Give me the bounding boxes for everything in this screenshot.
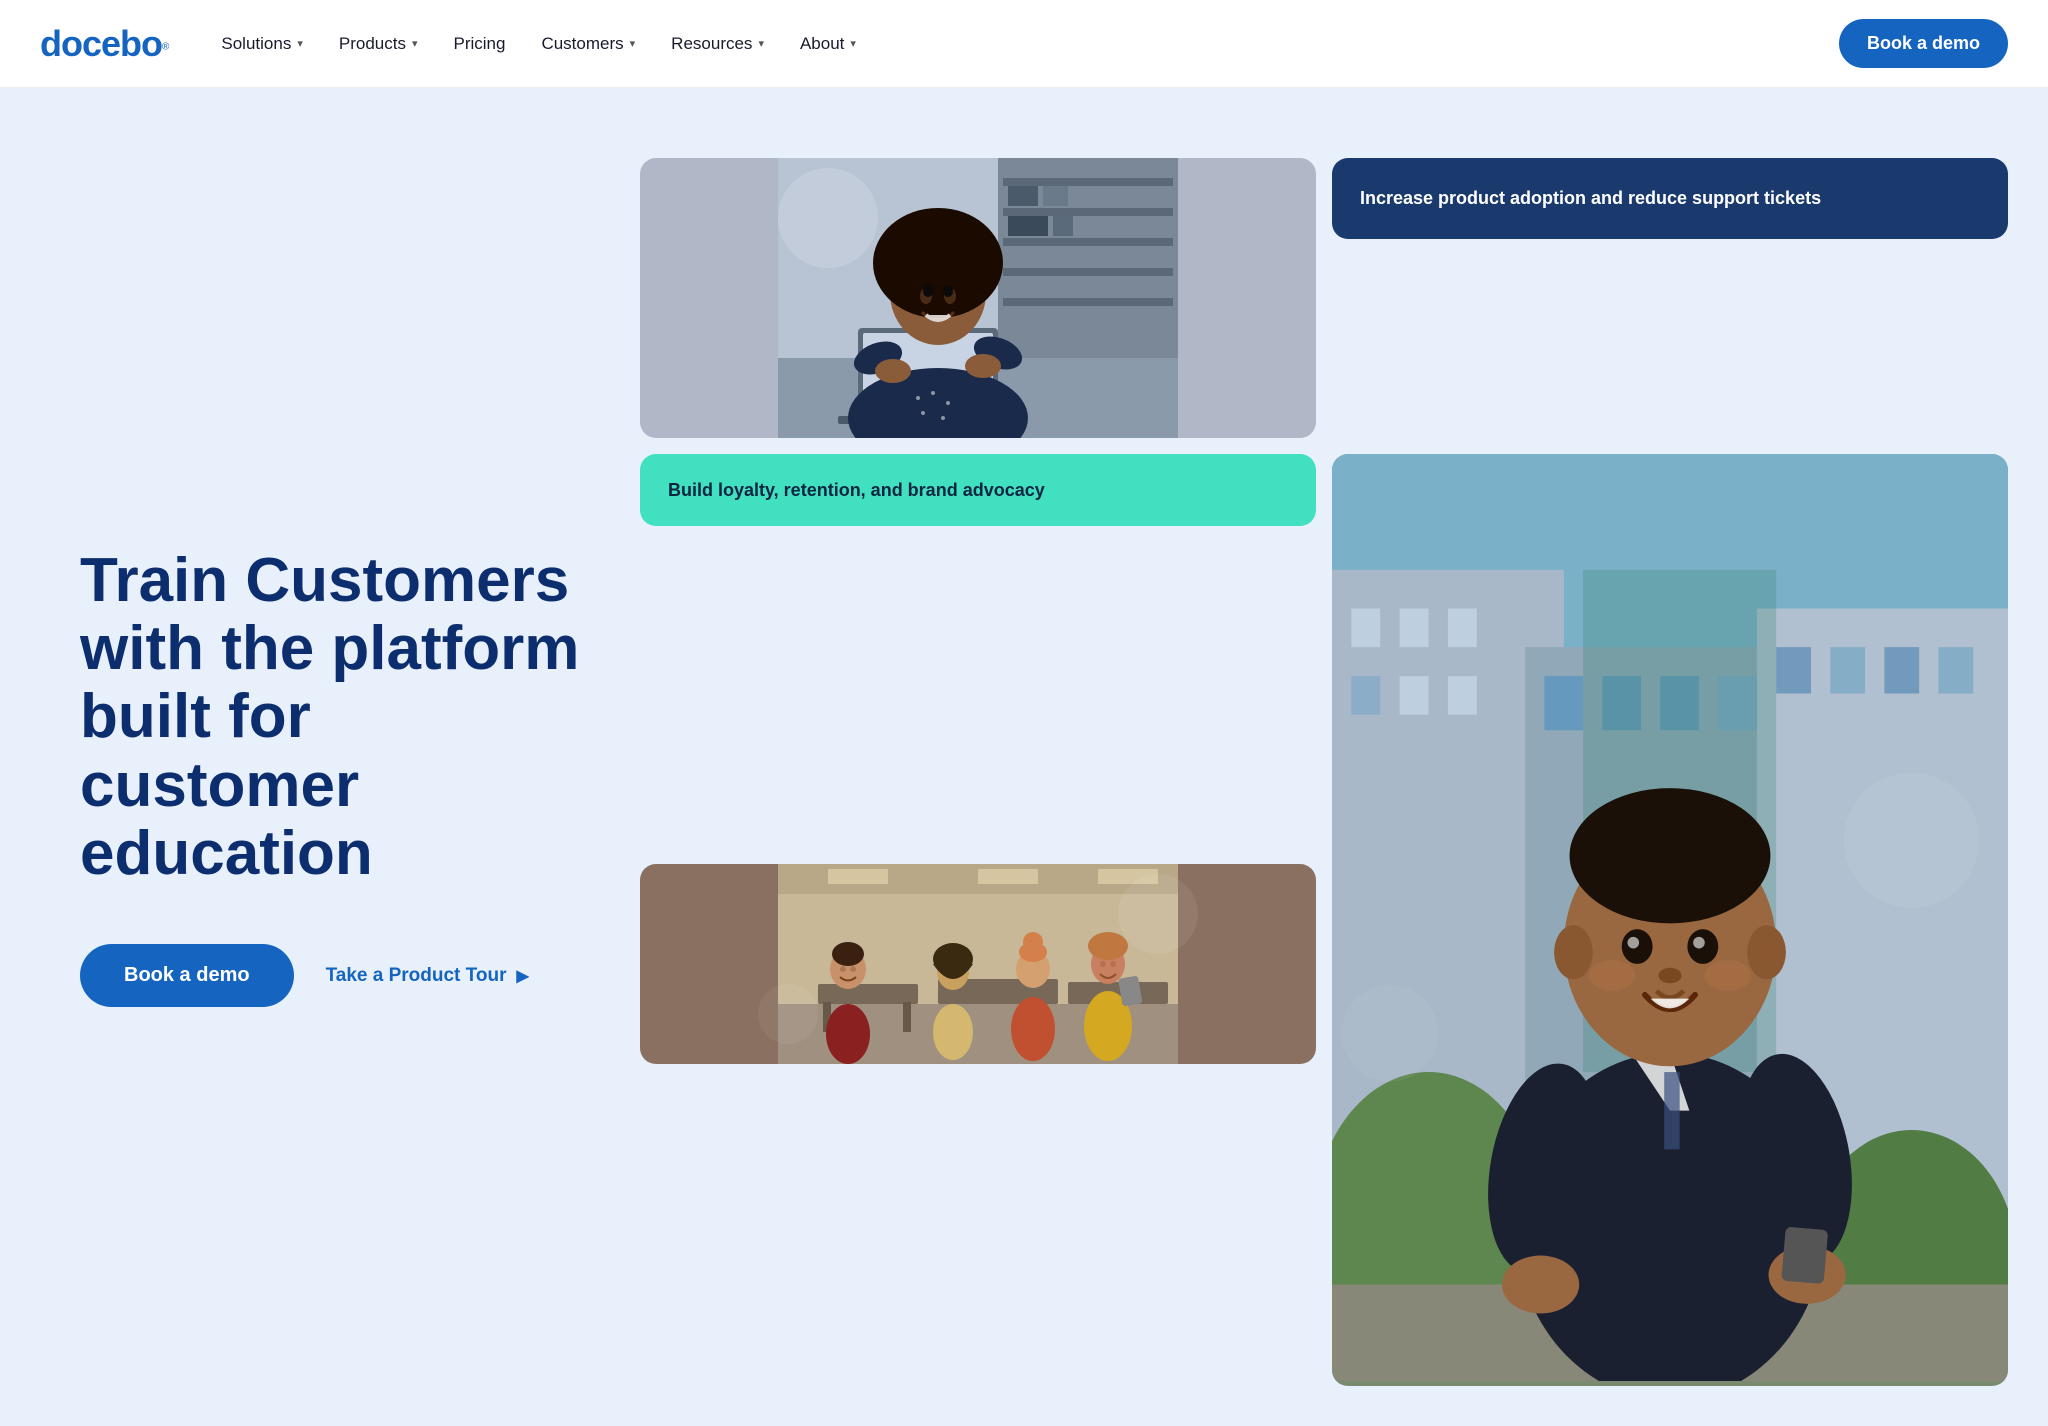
hero-cta-group: Book a demo Take a Product Tour ▶ [80,944,600,1007]
man-outdoor-illustration [1332,454,2008,1381]
nav-item-customers[interactable]: Customers ▾ [525,26,651,62]
nav-label-resources: Resources [671,34,752,54]
nav-item-resources[interactable]: Resources ▾ [655,26,780,62]
hero-book-demo-button[interactable]: Book a demo [80,944,294,1007]
woman-laptop-illustration [640,158,1316,438]
nav-links: Solutions ▾ Products ▾ Pricing Customers… [205,26,1839,62]
nav-label-products: Products [339,34,406,54]
chevron-down-icon: ▾ [758,37,764,50]
nav-label-about: About [800,34,844,54]
nav-label-customers: Customers [541,34,623,54]
hero-right-grid: Build loyalty, retention, and brand advo… [640,148,2008,1386]
nav-item-solutions[interactable]: Solutions ▾ [205,26,318,62]
hero-section: Train Customers with the platform built … [0,88,2048,1426]
nav-item-products[interactable]: Products ▾ [323,26,434,62]
chevron-down-icon: ▾ [850,37,856,50]
hero-card-teal: Build loyalty, retention, and brand advo… [640,454,1316,526]
logo-text: docebo [40,23,162,64]
card-dark-text: Increase product adoption and reduce sup… [1360,188,1821,208]
card-teal-text: Build loyalty, retention, and brand advo… [668,480,1045,500]
nav-label-pricing: Pricing [453,34,505,54]
hero-card-dark: Increase product adoption and reduce sup… [1332,158,2008,239]
product-tour-button[interactable]: Take a Product Tour ▶ [326,965,529,987]
chevron-down-icon: ▾ [630,37,636,50]
chevron-down-icon: ▾ [297,37,303,50]
nav-item-pricing[interactable]: Pricing [437,26,521,62]
product-tour-label: Take a Product Tour [326,965,507,987]
arrow-right-icon: ▶ [516,966,528,986]
hero-image-woman-laptop [640,158,1316,438]
hero-heading: Train Customers with the platform built … [80,547,600,888]
nav-item-about[interactable]: About ▾ [784,26,872,62]
hero-image-office [640,864,1316,1064]
hero-image-man-outdoor [1332,454,2008,1386]
logo-superscript: ® [162,41,169,52]
hero-left-content: Train Customers with the platform built … [80,148,600,1386]
office-scene-illustration [640,864,1316,1064]
nav-label-solutions: Solutions [221,34,291,54]
logo[interactable]: docebo® [40,23,169,65]
nav-book-demo-button[interactable]: Book a demo [1839,19,2008,68]
chevron-down-icon: ▾ [412,37,418,50]
navbar: docebo® Solutions ▾ Products ▾ Pricing C… [0,0,2048,88]
